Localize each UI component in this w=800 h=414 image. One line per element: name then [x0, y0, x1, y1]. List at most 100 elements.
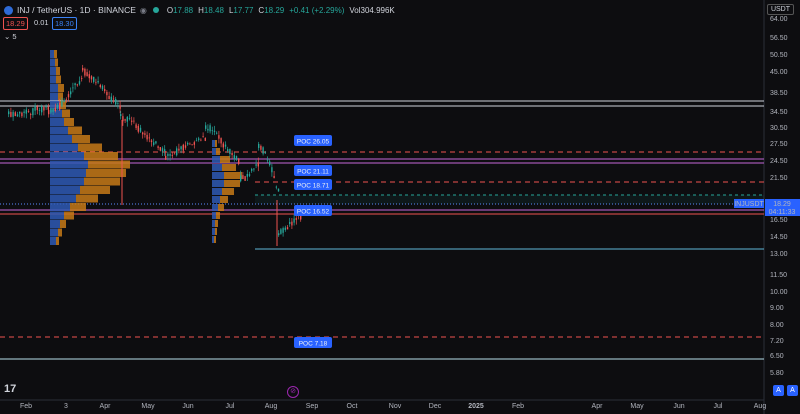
candle-body	[155, 141, 157, 144]
price-tick-label: 10.00	[770, 289, 788, 296]
time-tick-label: Jun	[673, 403, 684, 410]
candle-body	[191, 144, 193, 146]
candle-body	[117, 103, 119, 104]
candle-body	[211, 130, 213, 132]
price-tick-label: 30.50	[770, 125, 788, 132]
replay-icon[interactable]: ⊘	[287, 386, 299, 398]
candle-body	[146, 134, 148, 140]
candle-body	[238, 159, 240, 165]
candle-body	[34, 105, 36, 111]
candle-body	[271, 167, 273, 173]
candle-body	[52, 108, 54, 112]
candle-body	[207, 128, 209, 131]
candle-body	[193, 142, 195, 145]
candle-body	[269, 161, 271, 166]
candle-body	[182, 144, 184, 151]
candle-body	[229, 149, 231, 154]
time-tick-label: Jul	[226, 403, 235, 410]
candle-body	[293, 218, 295, 223]
candle-body	[244, 176, 246, 181]
candle-body	[110, 96, 112, 102]
time-tick-label: 2025	[468, 403, 484, 410]
candle-body	[30, 114, 32, 115]
volume-profile-bar	[212, 236, 214, 243]
candle-body	[200, 139, 202, 141]
candle-body	[264, 152, 266, 154]
candle-body	[135, 124, 137, 129]
candle-body	[286, 227, 289, 230]
price-tick-label: 50.50	[770, 52, 788, 59]
green-zone	[255, 195, 764, 204]
candle-body	[45, 106, 47, 108]
candle-body	[43, 107, 45, 111]
volume-profile-bar	[50, 58, 55, 67]
candle-body	[205, 125, 207, 129]
time-tick-label: Apr	[100, 403, 112, 410]
time-tick-label: May	[630, 403, 644, 410]
volume-profile-bar	[224, 180, 240, 187]
candle-body	[171, 155, 173, 156]
volume-profile-bar	[212, 188, 222, 195]
candle-body	[128, 118, 131, 119]
candle-body	[50, 108, 52, 113]
volume-profile-bar	[50, 135, 72, 143]
volume-profile-bar	[212, 172, 224, 179]
price-tick-label: 13.00	[770, 251, 788, 258]
poc-label: POC 26.05	[297, 139, 330, 146]
candle-body	[99, 85, 101, 88]
candle-body	[72, 87, 74, 89]
candle-body	[74, 83, 76, 86]
candle-body	[216, 132, 218, 134]
volume-profile-bar	[64, 211, 74, 220]
volume-profile-bar	[212, 140, 215, 147]
time-tick-label: Jun	[182, 403, 193, 410]
candle-body	[38, 110, 41, 111]
candle-body	[12, 111, 14, 117]
candle-body	[19, 111, 21, 114]
price-tick-label: 56.50	[770, 35, 788, 42]
log-scale-button[interactable]: A	[787, 385, 798, 396]
time-tick-label: 3	[64, 403, 68, 410]
volume-profile-bar	[212, 156, 220, 163]
time-tick-label: Jul	[714, 403, 723, 410]
volume-profile-bar	[86, 169, 126, 177]
candle-body	[59, 103, 61, 110]
candle-body	[8, 111, 10, 115]
tradingview-logo[interactable]: 17	[4, 383, 16, 395]
price-chart[interactable]: 64.00 56.50 50.50 45.00 38.50 34.50 30.50 27.50…	[0, 0, 800, 414]
price-tick-label: 38.50	[770, 90, 788, 97]
volume-profile-bar	[50, 228, 58, 237]
volume-profile-bar	[50, 220, 60, 228]
candle-body	[65, 99, 67, 101]
volume-profile-bar	[212, 180, 224, 187]
candle-body	[70, 91, 72, 95]
time-tick-label: Oct	[347, 403, 358, 410]
volume-profile-bar	[50, 186, 80, 194]
candle-body	[220, 138, 222, 144]
candle-body	[133, 120, 135, 122]
price-tick-label: 27.50	[770, 141, 788, 148]
volume-profile-bar	[60, 101, 66, 109]
volume-profile-bar	[212, 164, 222, 171]
candle-body	[137, 125, 139, 132]
candle-body	[41, 106, 43, 113]
candle-body	[16, 114, 19, 117]
price-tick-label: 34.50	[770, 109, 788, 116]
candle-body	[21, 112, 23, 117]
auto-scale-button[interactable]: A	[773, 385, 784, 396]
candle-body	[104, 89, 106, 92]
volume-profile-bar	[55, 58, 58, 67]
time-tick-label: Aug	[265, 403, 278, 410]
volume-profile-bar	[212, 220, 215, 227]
candle-body	[257, 162, 259, 167]
candle-body	[165, 155, 167, 160]
price-tick-label: 16.50	[770, 217, 788, 224]
candle-body	[262, 147, 264, 154]
poc-label: POC 21.11	[297, 169, 329, 176]
price-tick-label: 21.50	[770, 175, 788, 182]
candle-body	[86, 72, 88, 77]
volume-profile-bar	[222, 188, 234, 195]
candle-body	[178, 148, 180, 151]
candle-body	[82, 67, 84, 71]
candle-body	[273, 175, 275, 178]
